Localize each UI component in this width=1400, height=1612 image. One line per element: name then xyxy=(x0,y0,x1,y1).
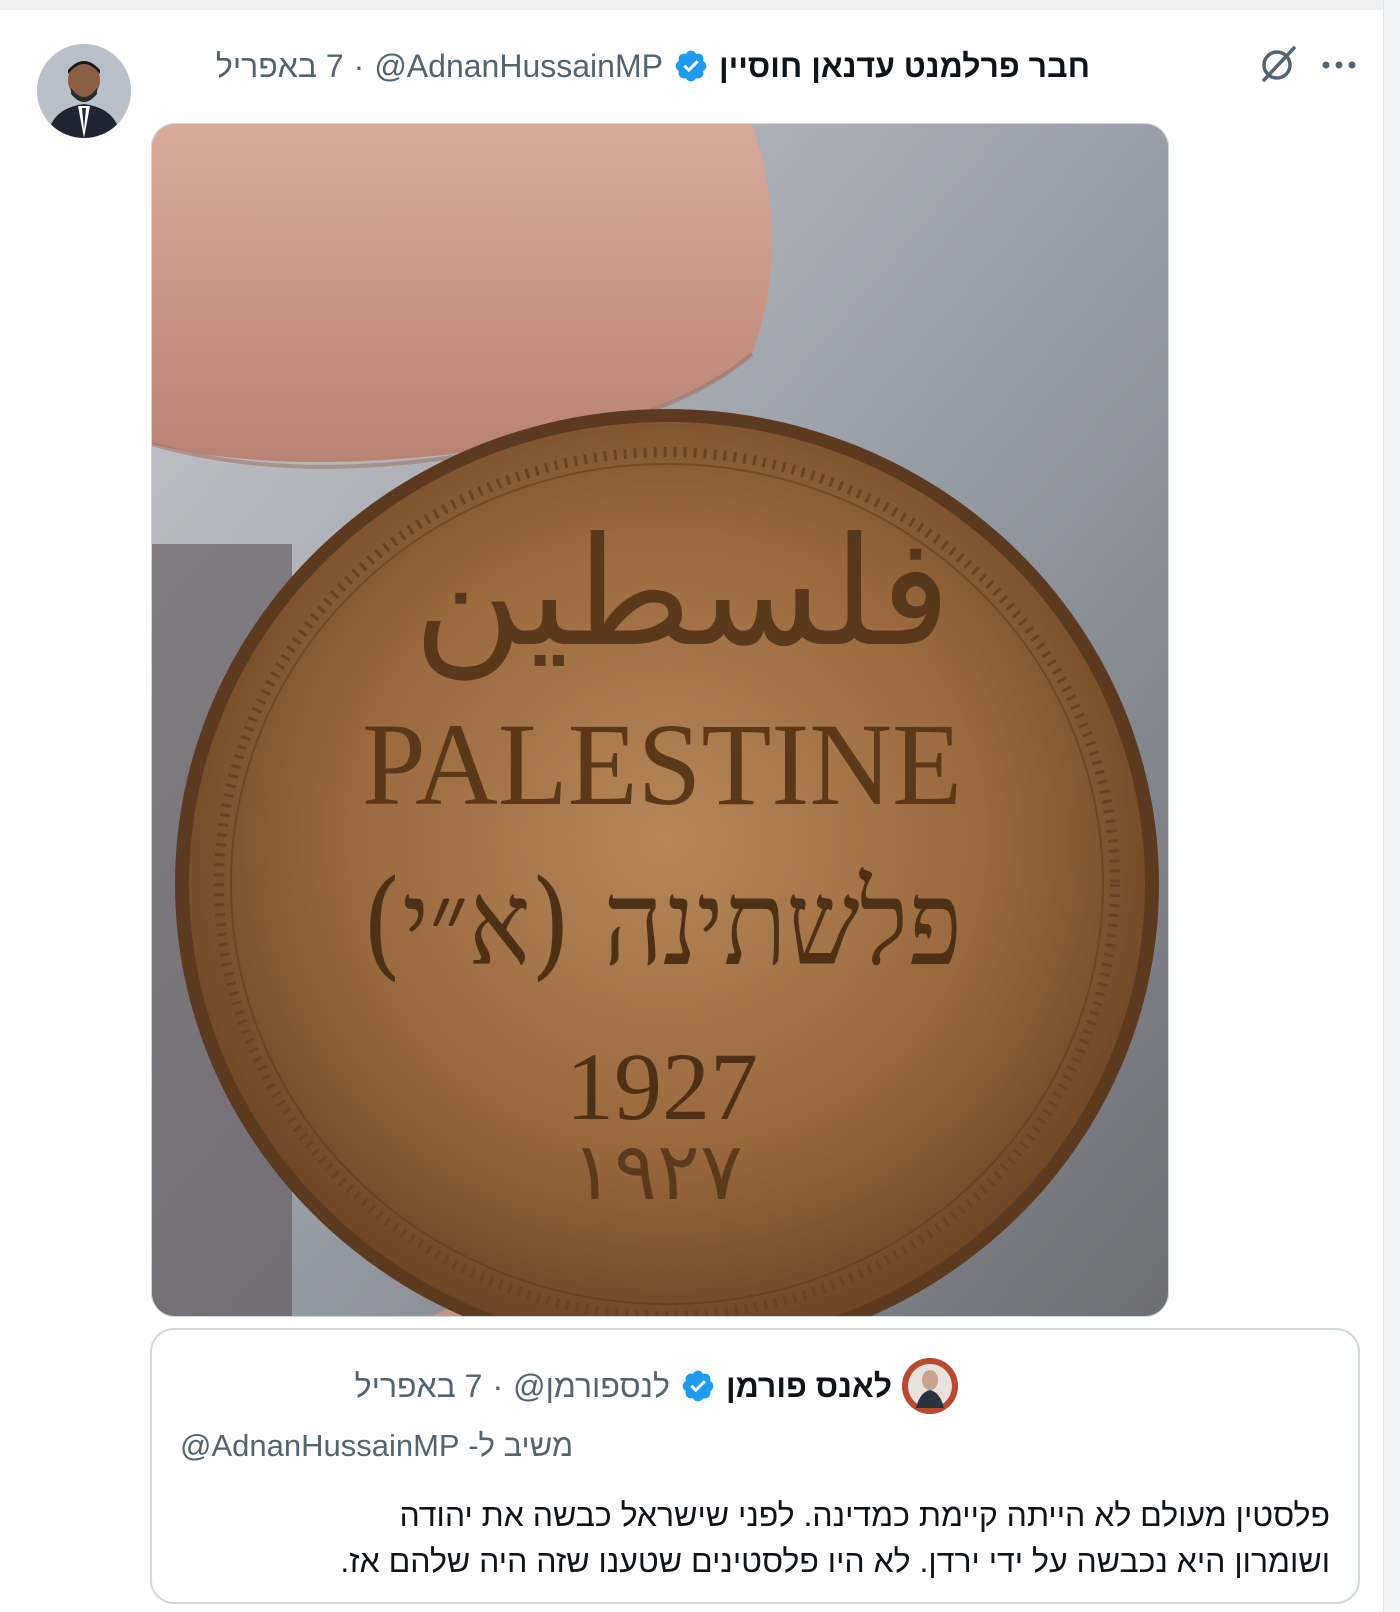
quoted-text-line: ושומרון היא נכבשה על ידי ירדן. לא היו פל… xyxy=(340,1543,1330,1579)
coin-english-text: PALESTINE xyxy=(362,699,962,830)
verified-badge-icon xyxy=(673,48,709,84)
quoted-tweet[interactable]: לאנס פורמן @לנספורמן · 7 באפריל משיב ל- … xyxy=(150,1328,1360,1604)
replying-to-handle[interactable]: @AdnanHussainMP xyxy=(180,1428,460,1463)
replying-to: משיב ל- @AdnanHussainMP xyxy=(180,1428,573,1464)
quoted-author-name[interactable]: לאנס פורמן xyxy=(726,1368,892,1405)
separator-dot: · xyxy=(492,1367,504,1404)
author-avatar-image xyxy=(37,44,131,138)
tweet-media-image[interactable]: فلسطين PALESTINE פלשתינה (א״י) 1927 ١٩٢٧ xyxy=(151,123,1169,1317)
coin-hebrew-text: פלשתינה (א״י) xyxy=(362,854,962,992)
quoted-text-line: פלסטין מעולם לא הייתה קיימת כמדינה. לפני… xyxy=(399,1497,1330,1533)
quoted-author-avatar[interactable] xyxy=(902,1358,958,1414)
tweet-date[interactable]: 7 באפריל xyxy=(216,48,344,85)
coin-arabic-text: فلسطين xyxy=(413,506,951,681)
coin-year-arabic: ١٩٢٧ xyxy=(571,1125,743,1218)
quoted-tweet-text: פלסטין מעולם לא הייתה קיימת כמדינה. לפני… xyxy=(180,1492,1330,1584)
quoted-author-handle[interactable]: @לנספורמן xyxy=(513,1368,670,1405)
author-handle[interactable]: @AdnanHussainMP xyxy=(374,48,663,85)
author-display-name[interactable]: חבר פרלמנט עדנאן חוסיין xyxy=(719,48,1090,85)
top-border xyxy=(0,0,1400,10)
more-options-icon[interactable] xyxy=(1318,50,1362,80)
replying-to-label: משיב ל- xyxy=(468,1428,574,1463)
separator-dot: · xyxy=(353,47,365,84)
quoted-tweet-header: לאנס פורמן @לנספורמן · 7 באפריל xyxy=(355,1358,958,1414)
tweet-header: חבר פרלמנט עדנאן חוסיין @AdnanHussainMP … xyxy=(150,46,1090,86)
verified-badge-icon xyxy=(680,1368,716,1404)
quoted-tweet-date[interactable]: 7 באפריל xyxy=(355,1368,483,1405)
scrollbar-track[interactable] xyxy=(1383,0,1400,1612)
grok-icon[interactable] xyxy=(1258,44,1298,84)
author-avatar[interactable] xyxy=(37,44,131,138)
coin-year: 1927 xyxy=(566,1033,758,1140)
quoted-avatar-image xyxy=(902,1358,958,1414)
coin-photo: فلسطين PALESTINE פלשתינה (א״י) 1927 ١٩٢٧ xyxy=(152,124,1168,1316)
